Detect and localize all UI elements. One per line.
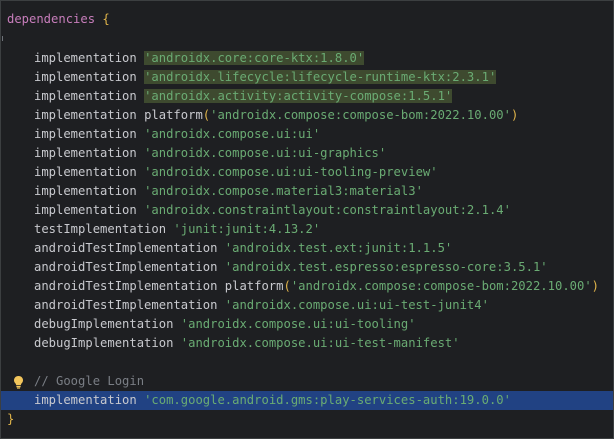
code-comment: // Google Login xyxy=(34,374,145,388)
close-paren: ) xyxy=(591,279,600,293)
fold-marker[interactable] xyxy=(1,29,6,48)
dependency-config: implementation xyxy=(34,393,137,407)
code-editor[interactable]: dependencies { implementation 'androidx.… xyxy=(0,0,614,439)
code-line[interactable]: implementation 'androidx.compose.materia… xyxy=(1,182,613,201)
dependency-config: debugImplementation xyxy=(34,336,174,350)
dependency-string: 'androidx.compose.ui:ui-tooling-preview' xyxy=(144,165,438,179)
selected-code-line[interactable]: implementation 'com.google.android.gms:p… xyxy=(1,391,613,410)
dependency-string: 'androidx.compose.ui:ui-graphics' xyxy=(144,146,387,160)
highlighted-dependency-string: 'androidx.core:core-ktx:1.8.0' xyxy=(144,51,365,65)
code-line[interactable]: implementation 'androidx.compose.ui:ui-t… xyxy=(1,163,613,182)
dependency-config: implementation xyxy=(34,108,137,122)
dependency-config: implementation xyxy=(34,203,137,217)
dependency-config: implementation xyxy=(34,146,137,160)
dependency-config: debugImplementation xyxy=(34,317,174,331)
dependency-config: implementation xyxy=(34,70,137,84)
dependency-config: androidTestImplementation xyxy=(34,298,218,312)
dependency-config: androidTestImplementation xyxy=(34,260,218,274)
dependency-config: implementation xyxy=(34,51,137,65)
code-line[interactable]: debugImplementation 'androidx.compose.ui… xyxy=(1,334,613,353)
close-brace: } xyxy=(7,412,15,426)
code-line[interactable]: implementation 'androidx.compose.ui:ui' xyxy=(1,125,613,144)
dependency-string: 'androidx.compose.material3:material3' xyxy=(144,184,423,198)
dependency-config: androidTestImplementation xyxy=(34,241,218,255)
dependency-string: 'androidx.compose.ui:ui-tooling' xyxy=(180,317,416,331)
dependency-string: 'androidx.compose:compose-bom:2022.10.00… xyxy=(290,279,592,293)
dependency-config: androidTestImplementation xyxy=(34,279,218,293)
platform-function: platform xyxy=(144,108,203,122)
open-brace: { xyxy=(102,12,110,26)
code-line[interactable]: implementation 'androidx.constraintlayou… xyxy=(1,201,613,220)
code-line[interactable]: debugImplementation 'androidx.compose.ui… xyxy=(1,315,613,334)
dependency-config: implementation xyxy=(34,165,137,179)
code-line[interactable]: androidTestImplementation 'androidx.comp… xyxy=(1,296,613,315)
code-line[interactable]: androidTestImplementation platform('andr… xyxy=(1,277,613,296)
platform-function: platform xyxy=(224,279,284,293)
dependency-string: 'androidx.compose.ui:ui' xyxy=(144,127,321,141)
dependency-config: implementation xyxy=(34,184,137,198)
highlighted-dependency-string: 'androidx.lifecycle:lifecycle-runtime-kt… xyxy=(144,70,497,84)
code-line[interactable]: androidTestImplementation 'androidx.test… xyxy=(1,258,613,277)
block-name: dependencies xyxy=(7,12,96,26)
code-line[interactable]: implementation 'androidx.activity:activi… xyxy=(1,87,613,106)
dependency-string: 'androidx.test.espresso:espresso-core:3.… xyxy=(224,260,548,274)
dependency-config: implementation xyxy=(34,127,137,141)
code-line[interactable]: implementation platform('androidx.compos… xyxy=(1,106,613,125)
dependency-string: 'androidx.compose.ui:ui-test-manifest' xyxy=(180,336,460,350)
code-line[interactable]: implementation 'androidx.core:core-ktx:1… xyxy=(1,49,613,68)
code-line[interactable]: // Google Login xyxy=(1,372,613,391)
code-line[interactable]: implementation 'androidx.compose.ui:ui-g… xyxy=(1,144,613,163)
code-line[interactable]: androidTestImplementation 'androidx.test… xyxy=(1,239,613,258)
dependency-string: 'androidx.test.ext:junit:1.1.5' xyxy=(224,241,453,255)
dependency-string: 'androidx.compose.ui:ui-test-junit4' xyxy=(224,298,489,312)
dependency-string: 'androidx.compose:compose-bom:2022.10.00… xyxy=(210,108,511,122)
dependency-string: 'com.google.android.gms:play-services-au… xyxy=(144,393,511,407)
dependency-config: implementation xyxy=(34,89,137,103)
code-line[interactable]: dependencies { xyxy=(1,10,613,41)
dependency-config: testImplementation xyxy=(34,222,167,236)
highlighted-dependency-string: 'androidx.activity:activity-compose:1.5.… xyxy=(144,89,453,103)
code-line[interactable]: testImplementation 'junit:junit:4.13.2' xyxy=(1,220,613,239)
dependency-string: 'junit:junit:4.13.2' xyxy=(173,222,321,236)
close-paren: ) xyxy=(510,108,519,122)
code-line[interactable]: } xyxy=(1,410,613,429)
code-line[interactable]: implementation 'androidx.lifecycle:lifec… xyxy=(1,68,613,87)
open-paren: ( xyxy=(283,279,291,293)
dependency-string: 'androidx.constraintlayout:constraintlay… xyxy=(144,203,511,217)
